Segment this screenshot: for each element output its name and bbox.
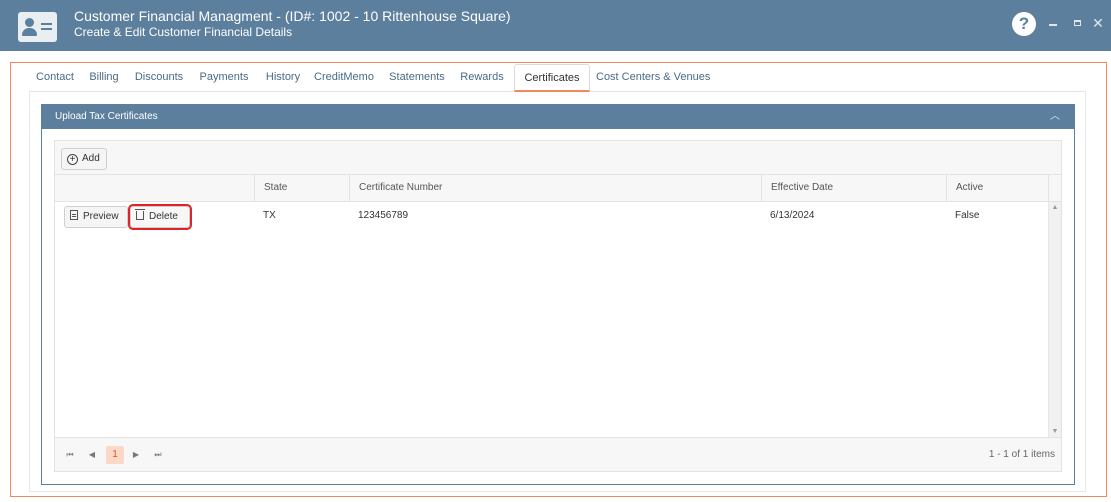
grid-pager: ⏮ ◀ 1 ▶ ⏭ 1 - 1 of 1 items [55,437,1061,471]
tab-certificates[interactable]: Certificates [514,64,590,92]
window-titlebar: Customer Financial Managment - (ID#: 100… [0,0,1111,51]
tab-statements[interactable]: Statements [388,64,446,92]
preview-button[interactable]: Preview [64,206,128,228]
panel-header: Upload Tax Certificates ︿ [42,105,1074,129]
next-page-icon[interactable]: ▶ [127,446,145,464]
maximize-icon[interactable] [1070,14,1084,32]
scroll-up-arrow-icon[interactable]: ▲ [1049,204,1061,211]
plus-circle-icon: + [67,154,78,165]
preview-button-label: Preview [83,211,119,222]
header-scroll-spacer [1048,175,1061,201]
add-button-label: Add [82,153,100,164]
column-header-state[interactable]: State [254,175,349,201]
add-button[interactable]: + Add [61,148,107,170]
page-number-button[interactable]: 1 [106,446,124,464]
cell-active: False [955,210,980,221]
tab-creditmemo[interactable]: CreditMemo [314,64,374,92]
column-header-effective-date[interactable]: Effective Date [761,175,946,201]
window-subtitle: Create & Edit Customer Financial Details [74,25,293,39]
grid-header: State Certificate Number Effective Date … [55,175,1061,202]
cell-effective-date: 6/13/2024 [770,210,815,221]
cell-certificate-number: 123456789 [358,210,409,221]
tab-strip: Contact Billing Discounts Payments Histo… [29,64,1086,92]
column-header-certificate-number[interactable]: Certificate Number [349,175,761,201]
column-header-active[interactable]: Active [946,175,1048,201]
tab-rewards[interactable]: Rewards [459,64,505,92]
scroll-down-arrow-icon[interactable]: ▼ [1049,428,1061,435]
table-row: Preview Delete TX 123456789 6/13/2024 Fa… [55,202,1048,230]
last-page-icon[interactable]: ⏭ [149,446,167,464]
tab-cost-centers-venues[interactable]: Cost Centers & Venues [596,64,710,92]
document-icon [70,210,78,220]
column-header-actions [55,175,254,201]
trash-icon [135,209,145,220]
help-icon[interactable]: ? [1012,12,1036,36]
minimize-icon[interactable] [1046,14,1060,32]
window-title: Customer Financial Managment - (ID#: 100… [74,8,511,24]
grid-toolbar: + Add [55,141,1061,175]
delete-button-label: Delete [149,211,178,222]
tab-discounts[interactable]: Discounts [134,64,184,92]
tab-contact[interactable]: Contact [33,64,77,92]
tab-history[interactable]: History [263,64,303,92]
chevron-up-icon[interactable]: ︿ [1048,105,1062,129]
previous-page-icon[interactable]: ◀ [83,446,101,464]
panel-title: Upload Tax Certificates [55,111,158,122]
first-page-icon[interactable]: ⏮ [61,446,79,464]
pager-info: 1 - 1 of 1 items [988,449,1055,460]
cell-state: TX [263,210,276,221]
close-icon[interactable]: ✕ [1091,14,1105,32]
delete-button[interactable]: Delete [128,204,192,230]
contact-card-icon [18,12,57,42]
tab-billing[interactable]: Billing [86,64,122,92]
certificates-grid: + Add State Certificate Number Effective … [54,140,1062,472]
tab-payments[interactable]: Payments [197,64,251,92]
vertical-scrollbar[interactable]: ▲ ▼ [1048,202,1061,437]
